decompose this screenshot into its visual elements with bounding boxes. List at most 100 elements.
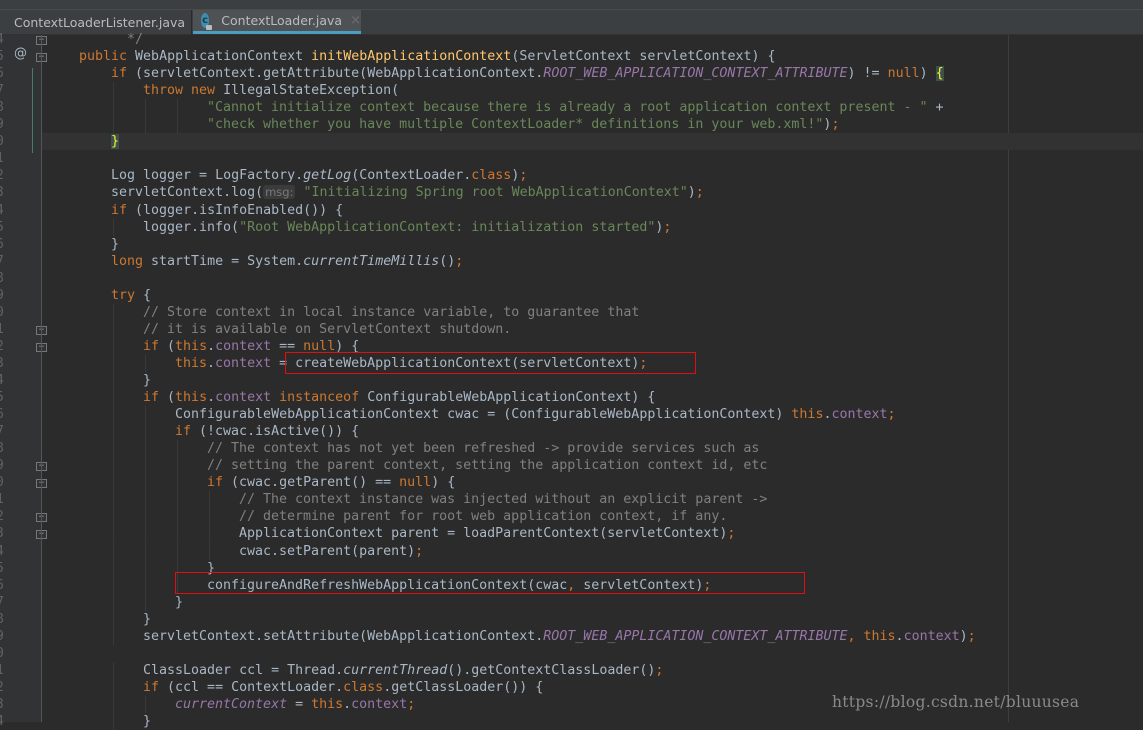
code-line[interactable]: ClassLoader ccl = Thread.currentThread()… [143, 662, 663, 679]
line-number: 3 [0, 525, 10, 542]
indent-guide [113, 661, 114, 679]
code-token: (servletContext.getAttribute(WebApplicat… [135, 66, 544, 82]
indent-guide [145, 99, 146, 117]
line-number: 9 [0, 457, 10, 474]
code-token: } [143, 373, 152, 388]
code-line[interactable]: } [111, 133, 120, 150]
code-line[interactable]: // determine parent for root web applica… [239, 508, 727, 525]
tab-context-loader-listener[interactable]: ContextLoaderListener.java × [0, 10, 204, 34]
code-token: IllegalStateException( [223, 83, 400, 99]
code-line[interactable]: "check whether you have multiple Context… [207, 116, 839, 133]
code-token: if [207, 475, 232, 491]
code-token: ( [167, 390, 176, 406]
indent-guide [145, 354, 146, 372]
line-number: 2 [0, 167, 10, 184]
code-token: class [471, 168, 512, 184]
code-token: .getClassLoader()) { [383, 679, 544, 695]
code-line[interactable]: Log logger = LogFactory.getLog(ContextLo… [111, 167, 527, 184]
indent-guide [113, 99, 114, 117]
indent-guide [113, 337, 114, 355]
code-token: this [863, 628, 896, 644]
java-class-locked-icon: c [201, 13, 213, 30]
indent-guide [145, 116, 146, 134]
override-method-icon[interactable]: @ [14, 46, 27, 61]
code-line[interactable]: if (servletContext.getAttribute(WebAppli… [111, 65, 944, 82]
indent-guide [113, 576, 114, 594]
code-line[interactable]: if (this.context instanceof Configurable… [143, 389, 655, 406]
code-line[interactable]: } [143, 372, 151, 389]
code-token: logger.info( [143, 219, 240, 235]
code-line[interactable]: // setting the parent context, setting t… [207, 457, 767, 474]
code-line[interactable]: // Store context in local instance varia… [143, 304, 639, 321]
code-token: this [175, 338, 208, 354]
code-token: if [111, 66, 136, 82]
code-line[interactable]: if (logger.isInfoEnabled()) { [111, 202, 343, 219]
code-line[interactable]: ApplicationContext parent = loadParentCo… [239, 525, 735, 542]
line-number: 0 [0, 474, 10, 491]
code-line[interactable]: } [111, 236, 119, 253]
line-number: 8 [0, 270, 10, 287]
indent-guide [113, 82, 114, 100]
code-token: // determine parent for root web applica… [239, 509, 728, 525]
code-token: { [935, 66, 944, 82]
indent-guide [177, 474, 178, 492]
code-token: . [207, 390, 216, 406]
code-token: initWebApplicationContext [311, 49, 512, 65]
indent-guide [113, 508, 114, 526]
code-line[interactable]: // it is available on ServletContext shu… [143, 321, 511, 338]
indent-guide [177, 542, 178, 560]
code-line[interactable]: logger.info("Root WebApplicationContext:… [143, 219, 671, 236]
code-token: cwac.setParent(parent) [239, 543, 416, 559]
indent-guide [113, 491, 114, 509]
code-token: // The context has not yet been refreshe… [207, 441, 760, 457]
code-token: (logger.isInfoEnabled()) { [135, 202, 344, 218]
code-line[interactable]: if (ccl == ContextLoader.class.getClassL… [143, 679, 543, 696]
code-token: currentContext [175, 696, 288, 712]
code-line[interactable]: "Cannot initialize context because there… [207, 99, 944, 116]
line-number: 8 [0, 99, 10, 116]
code-token: ; [519, 168, 528, 184]
code-token: // setting the parent context, setting t… [207, 458, 768, 474]
code-token: ConfigurableWebApplicationContext cwac =… [175, 407, 792, 423]
code-token: = [287, 696, 312, 712]
indent-guide [145, 576, 146, 594]
code-line[interactable]: currentContext = this.context; [175, 696, 415, 713]
code-line[interactable]: if (!cwac.isActive()) { [175, 423, 359, 440]
code-token: ; [663, 219, 672, 235]
code-token: ConfigurableWebApplicationContext) { [367, 390, 656, 406]
code-line[interactable]: } [143, 611, 151, 628]
line-number: 2 [0, 508, 10, 525]
code-token: . [343, 696, 352, 712]
code-line[interactable]: */ [111, 31, 143, 48]
code-token: "Root WebApplicationContext: initializat… [239, 219, 656, 235]
code-line[interactable]: } [175, 594, 183, 611]
code-line[interactable]: if (cwac.getParent() == null) { [207, 474, 455, 491]
code-line[interactable]: servletContext.setAttribute(WebApplicati… [143, 628, 976, 645]
code-line[interactable]: servletContext.log(msg: "Initializing Sp… [111, 184, 704, 201]
code-line[interactable]: throw new IllegalStateException( [143, 82, 399, 99]
close-icon[interactable]: × [350, 13, 361, 28]
indent-guide [145, 474, 146, 492]
code-line[interactable]: // The context has not yet been refreshe… [207, 440, 759, 457]
code-line[interactable]: long startTime = System.currentTimeMilli… [111, 253, 463, 270]
code-token: this [175, 390, 208, 406]
code-token: } [111, 236, 120, 252]
code-line[interactable]: public WebApplicationContext initWebAppl… [79, 48, 776, 65]
code-line[interactable]: cwac.setParent(parent); [239, 543, 423, 560]
code-token: "check whether you have multiple Context… [207, 117, 824, 133]
code-token: ) { [431, 475, 456, 491]
code-token: ) [687, 185, 696, 201]
indent-guide [113, 440, 114, 458]
code-token: ; [967, 628, 976, 644]
code-line[interactable]: ConfigurableWebApplicationContext cwac =… [175, 406, 896, 423]
highlight-box-create-context [285, 352, 696, 374]
tab-context-loader[interactable]: c ContextLoader.java × [193, 10, 361, 34]
vcs-change-marker[interactable] [32, 68, 33, 154]
editor-gutter[interactable]: 4567890123456789012345678901234567890123… [0, 32, 47, 729]
caret-line-highlight [42, 133, 1143, 151]
code-line[interactable]: // The context instance was injected wit… [239, 491, 767, 508]
line-number: 0 [0, 304, 10, 321]
code-token: + [927, 100, 944, 116]
code-line[interactable]: try { [111, 287, 151, 304]
